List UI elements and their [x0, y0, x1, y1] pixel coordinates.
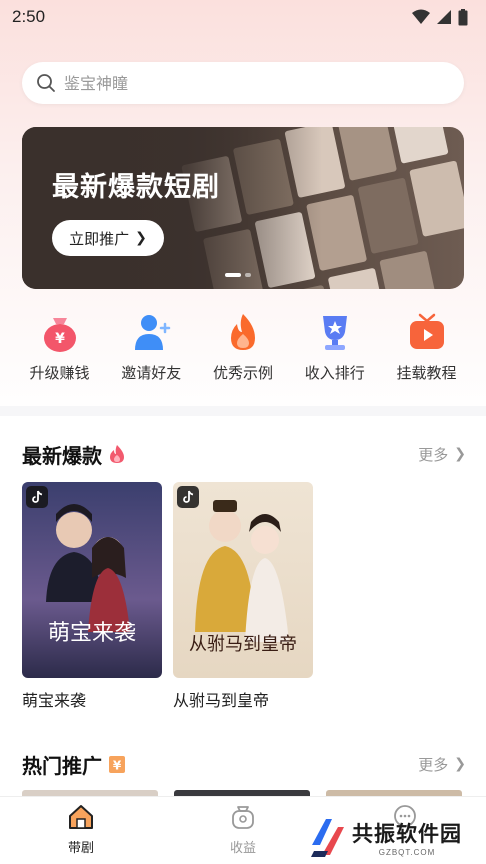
quick-item-upgrade-earn[interactable]: ¥ 升级赚钱 [14, 310, 105, 383]
status-time: 2:50 [12, 7, 46, 26]
promote-now-button[interactable]: 立即推广 ❯ [52, 220, 164, 256]
search-bar[interactable] [22, 62, 464, 104]
banner-pagination [225, 273, 251, 277]
drama-card[interactable]: 从驸马到皇帝 从驸马到皇帝 [173, 482, 313, 711]
money-bag-icon: ¥ [43, 318, 76, 352]
quick-item-label: 升级赚钱 [29, 364, 90, 382]
more-link-newest[interactable]: 更多 ❯ [418, 444, 466, 465]
status-bar: 2:50 [0, 0, 486, 34]
promo-banner[interactable]: 最新爆款短剧 立即推广 ❯ [22, 127, 464, 289]
quick-item-income-ranking[interactable]: 收入排行 [289, 310, 380, 383]
pagination-dot-active[interactable] [225, 273, 241, 277]
watermark-text: 共振软件园 GZBQT.COM [352, 818, 462, 857]
quick-item-mount-tutorial[interactable]: 挂载教程 [381, 310, 472, 383]
chevron-right-icon: ❯ [135, 230, 147, 246]
nav-item-drama[interactable]: 带剧 [26, 803, 136, 856]
svg-text:¥: ¥ [113, 759, 122, 773]
drama-card[interactable]: 萌宝来袭 萌宝来袭 [22, 482, 162, 711]
watermark-logo-icon [311, 819, 344, 857]
quick-item-invite-friends[interactable]: 邀请好友 [106, 310, 197, 383]
section-title-text: 热门推广 [22, 753, 102, 778]
tiktok-icon [26, 486, 48, 508]
yen-ticket-icon: ¥ [109, 756, 125, 773]
nav-label: 带剧 [67, 841, 94, 856]
drama-poster-art: 从驸马到皇帝 [173, 482, 313, 678]
wifi-icon [412, 9, 430, 24]
battery-icon [458, 8, 468, 25]
invite-user-icon [135, 315, 171, 350]
search-input[interactable] [64, 73, 424, 93]
watermark-sub: GZBQT.COM [378, 847, 436, 857]
drama-poster: 从驸马到皇帝 [173, 482, 313, 678]
chevron-right-icon: ❯ [454, 756, 466, 772]
promote-now-label: 立即推广 [69, 229, 130, 248]
quick-item-label: 挂载教程 [396, 364, 457, 382]
poster-title-text: 萌宝来袭 [48, 621, 136, 646]
section-header-hot: 热门推广 ¥ 更多 ❯ [22, 750, 466, 778]
signal-icon [437, 10, 451, 24]
drama-list-newest: 萌宝来袭 萌宝来袭 从驸马到皇帝 从驸马到皇帝 [22, 482, 313, 711]
section-title-newest: 最新爆款 [22, 440, 126, 469]
site-watermark: 共振软件园 GZBQT.COM [308, 814, 478, 860]
watermark-main: 共振软件园 [352, 821, 462, 846]
chevron-right-icon: ❯ [454, 446, 466, 462]
quick-item-label: 优秀示例 [212, 364, 273, 382]
status-icons [412, 8, 468, 26]
home-drama-icon [69, 805, 93, 829]
quick-menu: ¥ 升级赚钱 邀请好友 优秀示例 收入排行 挂载教程 [14, 310, 472, 383]
drama-poster: 萌宝来袭 [22, 482, 162, 678]
pagination-dot[interactable] [245, 273, 251, 277]
drama-title: 从驸马到皇帝 [173, 691, 270, 710]
tiktok-icon [177, 486, 199, 508]
more-label: 更多 [418, 445, 449, 464]
svg-text:¥: ¥ [55, 331, 65, 347]
section-title-hot: 热门推广 ¥ [22, 750, 126, 779]
flame-icon [231, 314, 255, 350]
flame-icon [110, 445, 124, 463]
quick-item-examples[interactable]: 优秀示例 [198, 310, 289, 383]
poster-title-text: 从驸马到皇帝 [189, 634, 297, 655]
section-divider [0, 406, 486, 416]
nav-item-income[interactable]: 收益 [188, 803, 298, 856]
more-link-hot[interactable]: 更多 ❯ [418, 754, 466, 775]
banner-title: 最新爆款短剧 [52, 172, 220, 203]
drama-poster-art: 萌宝来袭 [22, 482, 162, 678]
drama-title: 萌宝来袭 [22, 691, 87, 710]
trophy-icon [322, 316, 347, 350]
section-title-text: 最新爆款 [22, 443, 102, 468]
quick-item-label: 邀请好友 [121, 364, 182, 382]
quick-item-label: 收入排行 [304, 364, 365, 382]
money-pot-icon [232, 806, 254, 829]
nav-label: 收益 [229, 841, 256, 856]
tv-play-icon [409, 313, 444, 349]
more-label: 更多 [418, 755, 449, 774]
search-icon [37, 74, 55, 92]
section-header-newest: 最新爆款 更多 ❯ [22, 440, 466, 468]
banner-fade-overlay [22, 127, 322, 289]
